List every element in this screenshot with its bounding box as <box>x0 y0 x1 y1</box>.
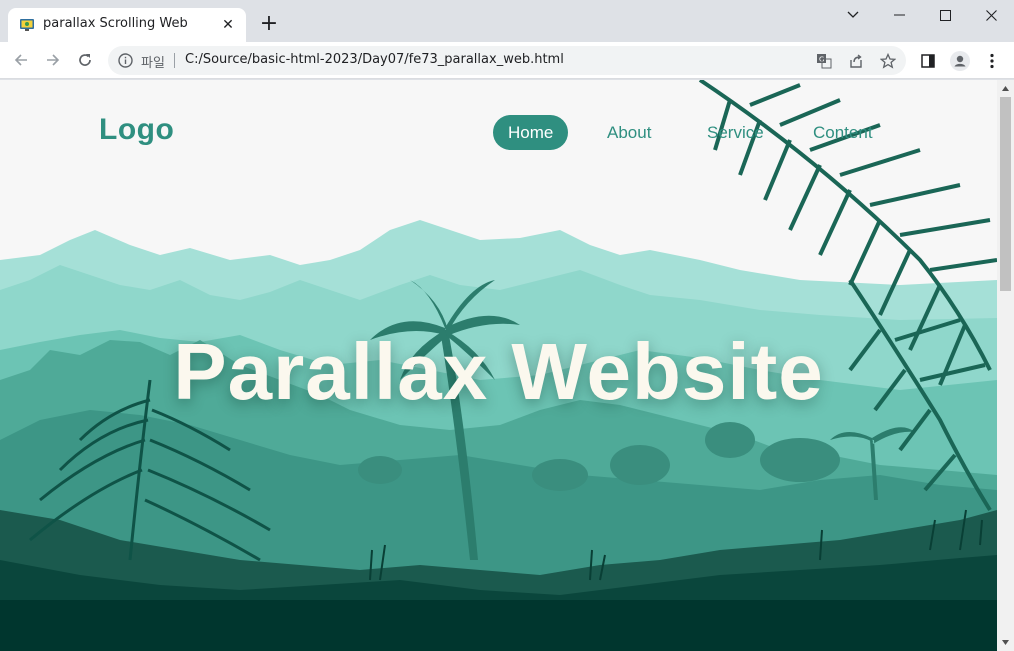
minimize-icon[interactable] <box>876 0 922 30</box>
forward-arrow-icon[interactable] <box>39 46 67 74</box>
side-panel-icon[interactable] <box>917 50 939 72</box>
back-arrow-icon[interactable] <box>7 46 35 74</box>
kebab-menu-icon[interactable] <box>981 50 1003 72</box>
info-icon[interactable] <box>118 53 133 68</box>
page-scrollbar[interactable] <box>997 80 1014 651</box>
nav-item-home[interactable]: Home <box>493 115 569 150</box>
close-icon[interactable]: ✕ <box>218 15 238 35</box>
scroll-down-arrow-icon[interactable] <box>997 634 1014 651</box>
profile-icon[interactable] <box>949 50 971 72</box>
address-separator <box>174 53 175 68</box>
address-scheme-label: 파일 <box>141 56 165 71</box>
star-icon[interactable] <box>878 51 898 71</box>
plus-icon[interactable]: + <box>256 12 282 38</box>
tab-strip: parallax Scrolling Web ✕ + <box>0 0 1014 42</box>
page-viewport: Logo Home About Service Content Parallax… <box>0 80 997 651</box>
address-bar[interactable]: 파일 C:/Source/basic-html-2023/Day07/fe73_… <box>108 46 906 75</box>
reload-icon[interactable] <box>71 46 99 74</box>
scroll-up-arrow-icon[interactable] <box>997 80 1014 97</box>
site-favicon <box>20 19 34 31</box>
url-text[interactable]: C:/Source/basic-html-2023/Day07/fe73_par… <box>185 52 564 67</box>
nav-item-content[interactable]: Content <box>813 115 873 150</box>
chevron-down-icon[interactable] <box>830 0 876 30</box>
translate-icon[interactable]: G <box>814 51 834 71</box>
site-logo[interactable]: Logo <box>99 113 174 147</box>
maximize-icon[interactable] <box>922 0 968 30</box>
share-icon[interactable] <box>846 51 866 71</box>
hero-title: Parallax Website <box>173 327 824 416</box>
nav-item-service[interactable]: Service <box>707 115 764 150</box>
browser-toolbar: 파일 C:/Source/basic-html-2023/Day07/fe73_… <box>0 42 1014 79</box>
tab-title: parallax Scrolling Web <box>43 16 188 31</box>
browser-tab[interactable]: parallax Scrolling Web ✕ <box>8 8 246 42</box>
scrollbar-thumb[interactable] <box>1000 97 1011 291</box>
window-close-icon[interactable] <box>968 0 1014 30</box>
nav-item-about[interactable]: About <box>607 115 651 150</box>
